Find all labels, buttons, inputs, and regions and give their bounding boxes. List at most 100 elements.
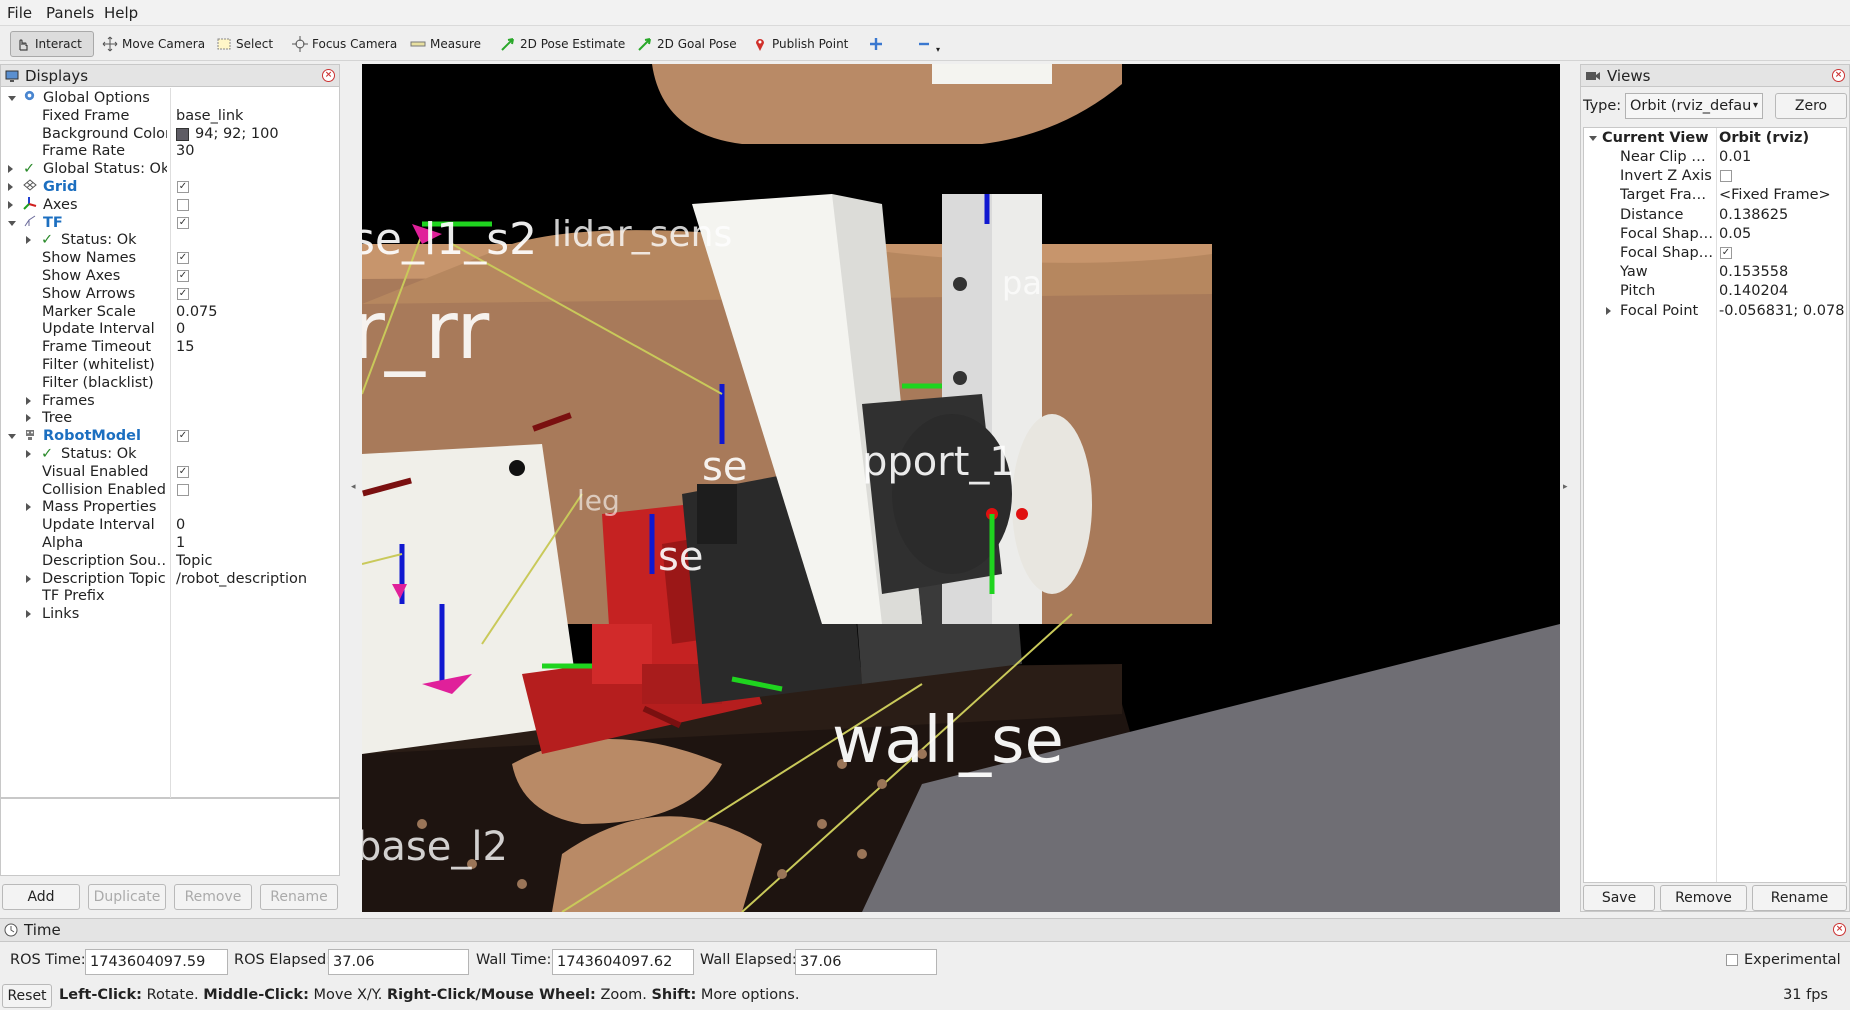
- goal-pose-button[interactable]: 2D Goal Pose: [633, 31, 741, 57]
- color-swatch[interactable]: [176, 127, 189, 141]
- zero-view-button[interactable]: Zero: [1775, 93, 1847, 119]
- view-property-row[interactable]: Target Fra… <Fixed Frame>: [1584, 186, 1846, 204]
- display-row[interactable]: Background Color 94; 92; 100: [1, 125, 339, 143]
- display-row-value[interactable]: 0: [176, 320, 185, 338]
- display-row[interactable]: Tree: [1, 409, 339, 427]
- view-type-select[interactable]: Orbit (rviz_defau ▾: [1625, 93, 1763, 119]
- display-row-value[interactable]: 0.075: [176, 303, 218, 321]
- collapsed-arrow-icon[interactable]: [26, 236, 31, 245]
- display-row[interactable]: Fixed Frame base_link: [1, 107, 339, 125]
- view-property-value[interactable]: 0.01: [1719, 148, 1751, 166]
- display-row[interactable]: TF Prefix: [1, 587, 339, 605]
- view-property-value[interactable]: <Fixed Frame>: [1719, 186, 1831, 204]
- move-camera-button[interactable]: Move Camera: [98, 31, 209, 57]
- reset-button[interactable]: Reset: [2, 984, 52, 1008]
- display-row-value[interactable]: 94; 92; 100: [195, 125, 279, 143]
- display-row[interactable]: ✓ Global Status: Ok: [1, 160, 339, 178]
- display-row[interactable]: Show Axes ✓: [1, 267, 339, 285]
- select-tool-button[interactable]: Select: [212, 31, 277, 57]
- display-row-value[interactable]: base_link: [176, 107, 243, 125]
- checked-checkbox[interactable]: ✓: [177, 287, 189, 300]
- view-property-value[interactable]: 0.153558: [1719, 263, 1788, 281]
- checked-checkbox[interactable]: ✓: [177, 430, 189, 443]
- view-property-value[interactable]: -0.056831; 0.078…: [1719, 302, 1846, 320]
- display-row[interactable]: Frames: [1, 392, 339, 410]
- display-row-value[interactable]: 15: [176, 338, 194, 356]
- remove-tool-button[interactable]: ▾: [912, 31, 944, 57]
- collapse-left-handle[interactable]: ◂: [351, 482, 356, 492]
- ros-elapsed-field[interactable]: 37.06: [328, 949, 469, 975]
- display-row-value[interactable]: 30: [176, 142, 194, 160]
- display-row[interactable]: Show Arrows ✓: [1, 285, 339, 303]
- wall-elapsed-field[interactable]: 37.06: [795, 949, 937, 975]
- display-row[interactable]: Marker Scale 0.075: [1, 303, 339, 321]
- menu-file[interactable]: File: [7, 4, 32, 22]
- view-property-row[interactable]: Focal Shap… 0.05: [1584, 225, 1846, 243]
- display-row[interactable]: Filter (whitelist): [1, 356, 339, 374]
- menu-panels[interactable]: Panels: [46, 4, 94, 22]
- display-row[interactable]: Show Names ✓: [1, 249, 339, 267]
- rename-view-button[interactable]: Rename: [1752, 885, 1847, 911]
- display-row-value[interactable]: /robot_description: [176, 570, 307, 588]
- menu-help[interactable]: Help: [104, 4, 138, 22]
- rename-display-button[interactable]: Rename: [260, 884, 338, 910]
- expanded-arrow-icon[interactable]: [8, 220, 16, 226]
- collapsed-arrow-icon[interactable]: [26, 450, 31, 458]
- close-icon[interactable]: ×: [322, 69, 335, 82]
- display-row[interactable]: Grid ✓: [1, 178, 339, 196]
- display-row[interactable]: Filter (blacklist): [1, 374, 339, 392]
- view-property-row[interactable]: Focal Point -0.056831; 0.078…: [1584, 302, 1846, 320]
- display-row[interactable]: Visual Enabled ✓: [1, 463, 339, 481]
- view-property-value[interactable]: 0.05: [1719, 225, 1751, 243]
- expanded-arrow-icon[interactable]: [8, 434, 16, 440]
- collapsed-arrow-icon[interactable]: [8, 200, 13, 209]
- checked-checkbox[interactable]: ✓: [177, 181, 189, 193]
- publish-point-button[interactable]: Publish Point: [748, 31, 852, 57]
- collapsed-arrow-icon[interactable]: [8, 165, 13, 174]
- display-row[interactable]: RobotModel ✓: [1, 427, 339, 445]
- focus-camera-button[interactable]: Focus Camera: [288, 31, 401, 57]
- view-property-value[interactable]: 0.140204: [1719, 282, 1788, 300]
- remove-display-button[interactable]: Remove: [174, 884, 252, 910]
- display-row[interactable]: Links: [1, 605, 339, 623]
- unchecked-checkbox[interactable]: [1720, 170, 1732, 183]
- display-row[interactable]: Frame Rate 30: [1, 142, 339, 160]
- view-property-row[interactable]: Pitch 0.140204: [1584, 282, 1846, 300]
- display-row[interactable]: Frame Timeout 15: [1, 338, 339, 356]
- display-row[interactable]: Description Sou… Topic: [1, 552, 339, 570]
- view-property-row[interactable]: Invert Z Axis: [1584, 167, 1846, 185]
- pose-estimate-button[interactable]: 2D Pose Estimate: [496, 31, 629, 57]
- ros-time-field[interactable]: 1743604097.59: [85, 949, 228, 975]
- display-row-value[interactable]: Topic: [176, 552, 212, 570]
- collapse-right-handle[interactable]: ▸: [1563, 482, 1568, 492]
- view-property-value[interactable]: 0.138625: [1719, 206, 1788, 224]
- display-row-value[interactable]: 1: [176, 534, 185, 552]
- checked-checkbox[interactable]: ✓: [177, 216, 189, 229]
- display-row[interactable]: Description Topic/robot_description: [1, 570, 339, 588]
- view-property-row[interactable]: Focal Shap… ✓: [1584, 244, 1846, 262]
- checked-checkbox[interactable]: ✓: [177, 252, 189, 265]
- view-property-row[interactable]: Near Clip … 0.01: [1584, 148, 1846, 166]
- display-row[interactable]: Update Interval 0: [1, 320, 339, 338]
- display-row[interactable]: Global Options: [1, 89, 339, 107]
- measure-tool-button[interactable]: Measure: [406, 31, 485, 57]
- expanded-arrow-icon[interactable]: [8, 96, 16, 101]
- collapsed-arrow-icon[interactable]: [26, 503, 31, 512]
- collapsed-arrow-icon[interactable]: [26, 610, 31, 619]
- save-view-button[interactable]: Save: [1583, 885, 1655, 911]
- display-row[interactable]: Alpha 1: [1, 534, 339, 552]
- close-icon[interactable]: ×: [1833, 923, 1846, 936]
- collapsed-arrow-icon[interactable]: [26, 574, 31, 583]
- checked-checkbox[interactable]: ✓: [1720, 247, 1732, 259]
- unchecked-checkbox[interactable]: [177, 483, 189, 496]
- display-row[interactable]: TF ✓: [1, 214, 339, 232]
- collapsed-arrow-icon[interactable]: [26, 396, 31, 405]
- collapsed-arrow-icon[interactable]: [1606, 306, 1611, 315]
- add-display-button[interactable]: Add: [2, 884, 80, 910]
- wall-time-field[interactable]: 1743604097.62: [552, 949, 694, 975]
- display-row[interactable]: Collision Enabled: [1, 481, 339, 499]
- display-row[interactable]: Mass Properties: [1, 498, 339, 516]
- collapsed-arrow-icon[interactable]: [26, 414, 31, 423]
- checked-checkbox[interactable]: ✓: [177, 270, 189, 282]
- close-icon[interactable]: ×: [1832, 69, 1845, 82]
